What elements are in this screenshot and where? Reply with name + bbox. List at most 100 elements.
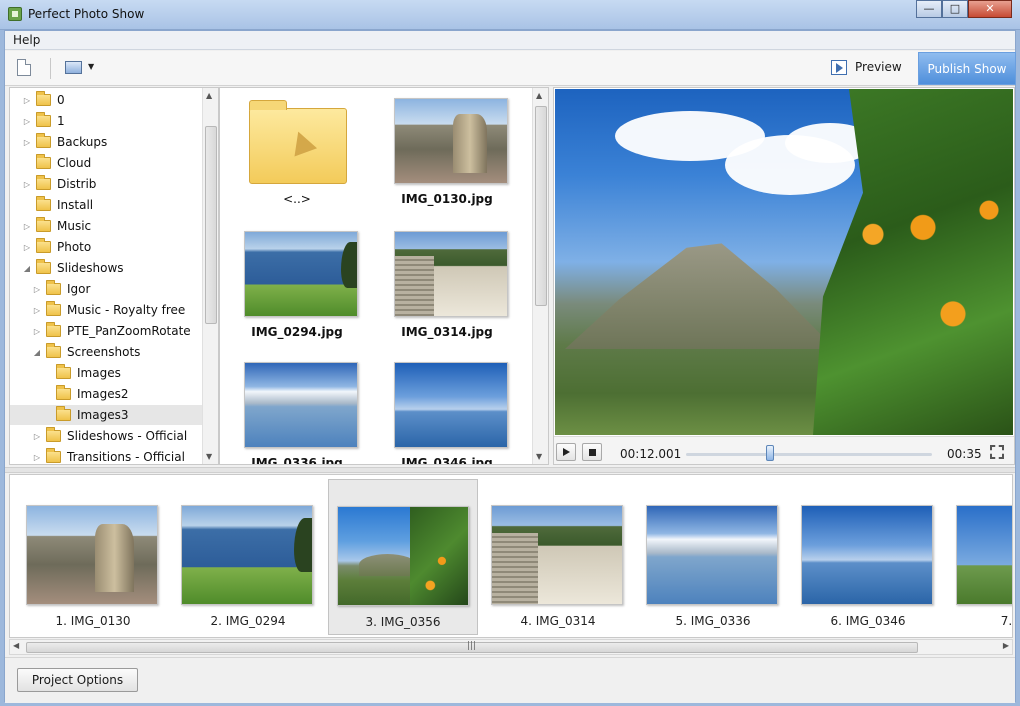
tree-item[interactable]: ▷ PTE_PanZoomRotate <box>32 321 191 341</box>
preview-button[interactable]: Preview <box>825 55 915 81</box>
tree-item[interactable]: ▷ Photo <box>22 237 91 257</box>
scroll-down-icon[interactable]: ▼ <box>206 452 212 461</box>
close-icon[interactable]: ✕ <box>968 0 1012 18</box>
scroll-right-icon[interactable]: ▶ <box>1003 641 1009 650</box>
file-name: IMG_0314.jpg <box>401 325 493 339</box>
tree-item-label: Backups <box>57 135 108 149</box>
play-icon <box>563 448 570 456</box>
folder-icon <box>46 322 61 337</box>
timeline-scroll-thumb[interactable]: ||| <box>26 641 918 653</box>
collapsed-arrow-icon[interactable]: ▷ <box>32 453 42 462</box>
file-item[interactable]: IMG_0336.jpg <box>222 358 372 464</box>
tree-item[interactable]: ▷ Slideshows - Official <box>32 426 187 446</box>
bottom-bar: Project Options <box>5 657 1015 703</box>
expanded-arrow-icon[interactable]: ◢ <box>32 348 42 357</box>
tree-scroll-thumb[interactable] <box>205 126 217 324</box>
timeline-slide[interactable]: 6. IMG_0346 <box>793 479 943 635</box>
timeline-slide[interactable]: 1. IMG_0130 <box>18 479 168 635</box>
collapsed-arrow-icon[interactable]: ▷ <box>22 243 32 252</box>
tree-item[interactable]: ▷ Igor <box>32 279 90 299</box>
file-thumbnail <box>244 231 358 317</box>
tree-item[interactable]: ▷ Music <box>22 216 91 236</box>
slide-thumbnail <box>26 505 158 605</box>
collapsed-arrow-icon[interactable]: ▷ <box>22 222 32 231</box>
file-thumbnail <box>244 362 358 448</box>
tree-item-label: Cloud <box>57 156 92 170</box>
seek-handle[interactable] <box>766 445 774 461</box>
new-document-icon[interactable] <box>17 59 31 76</box>
tree-item[interactable]: ◢ Slideshows <box>22 258 124 278</box>
tree-item[interactable]: ▷ Backups <box>22 132 107 152</box>
minimize-icon[interactable]: — <box>916 0 942 18</box>
tree-item[interactable]: Images <box>42 363 121 383</box>
grip-icon: ||| <box>467 641 477 651</box>
toolbar-separator <box>50 58 51 79</box>
collapsed-arrow-icon[interactable]: ▷ <box>22 117 32 126</box>
tree-scrollbar[interactable]: ▲ ▼ <box>202 88 218 464</box>
folder-icon <box>36 112 51 127</box>
panel-splitter[interactable] <box>5 467 1015 473</box>
tree-item[interactable]: ◢ Screenshots <box>32 342 140 362</box>
file-browser: <..> IMG_0130.jpg IMG_0294.jpg IMG_0314.jpg… <box>219 87 549 465</box>
collapsed-arrow-icon[interactable]: ▷ <box>22 138 32 147</box>
collapsed-arrow-icon[interactable]: ▷ <box>32 306 42 315</box>
collapsed-arrow-icon[interactable]: ▷ <box>32 327 42 336</box>
tree-item[interactable]: Images2 <box>42 384 128 404</box>
seek-bar[interactable] <box>686 453 932 456</box>
timeline-scrollbar[interactable]: ◀ ||| ▶ <box>9 639 1013 655</box>
fullscreen-icon[interactable] <box>990 445 1004 459</box>
timeline-slide[interactable]: 3. IMG_0356 <box>328 479 478 635</box>
slide-thumbnail <box>181 505 313 605</box>
timeline-slide[interactable]: 2. IMG_0294 <box>173 479 323 635</box>
expanded-arrow-icon[interactable]: ◢ <box>22 264 32 273</box>
scroll-up-icon[interactable]: ▲ <box>206 91 212 100</box>
slide-label: 1. IMG_0130 <box>55 614 131 628</box>
tree-item[interactable]: ▷ 1 <box>22 111 65 131</box>
file-item[interactable]: IMG_0346.jpg <box>372 358 522 464</box>
play-button[interactable] <box>556 443 576 461</box>
file-item[interactable]: IMG_0314.jpg <box>372 227 522 357</box>
tree-item-label: Images2 <box>77 387 129 401</box>
timeline-slide[interactable]: 5. IMG_0336 <box>638 479 788 635</box>
slide-label: 4. IMG_0314 <box>520 614 596 628</box>
player-controls: 00:12.001 00:35 <box>554 436 1014 464</box>
collapsed-arrow-icon[interactable]: ▷ <box>32 432 42 441</box>
tree-item-label: Images3 <box>77 408 129 422</box>
view-mode-icon[interactable] <box>65 61 82 74</box>
stop-button[interactable] <box>582 443 602 461</box>
tree-item[interactable]: ▷ Distrib <box>22 174 96 194</box>
total-time: 00:35 <box>947 447 982 461</box>
slide-thumbnail <box>337 506 469 606</box>
timeline-slide[interactable]: 7. IMG_ <box>948 479 1012 635</box>
menu-help[interactable]: Help <box>13 33 40 47</box>
scroll-left-icon[interactable]: ◀ <box>13 641 19 650</box>
tree-item[interactable]: Install <box>22 195 93 215</box>
tree-item[interactable]: ▷ 0 <box>22 90 65 110</box>
tree-item-label: Transitions - Official <box>67 450 185 464</box>
file-item[interactable]: IMG_0294.jpg <box>222 227 372 357</box>
view-mode-dropdown-icon[interactable]: ▼ <box>88 62 94 71</box>
scroll-down-icon[interactable]: ▼ <box>536 452 542 461</box>
tree-item[interactable]: Cloud <box>22 153 91 173</box>
scroll-up-icon[interactable]: ▲ <box>536 91 542 100</box>
publish-show-button[interactable]: Publish Show <box>918 52 1016 85</box>
file-name: <..> <box>283 192 311 206</box>
tree-item-label: PTE_PanZoomRotate <box>67 324 191 338</box>
tree-item[interactable]: Images3 <box>10 405 202 425</box>
file-item[interactable]: <..> <box>222 94 372 224</box>
app-icon <box>8 7 22 21</box>
project-options-button[interactable]: Project Options <box>17 668 138 692</box>
timeline-slide[interactable]: 4. IMG_0314 <box>483 479 633 635</box>
collapsed-arrow-icon[interactable]: ▷ <box>32 285 42 294</box>
files-scroll-thumb[interactable] <box>535 106 547 306</box>
file-name: IMG_0130.jpg <box>401 192 493 206</box>
tree-item[interactable]: ▷ Transitions - Official <box>32 447 185 464</box>
files-scrollbar[interactable]: ▲ ▼ <box>532 88 548 464</box>
collapsed-arrow-icon[interactable]: ▷ <box>22 180 32 189</box>
tree-item[interactable]: ▷ Music - Royalty free <box>32 300 185 320</box>
collapsed-arrow-icon[interactable]: ▷ <box>22 96 32 105</box>
file-item[interactable]: IMG_0130.jpg <box>372 94 522 224</box>
folder-icon <box>46 343 61 358</box>
menu-bar: Help <box>5 31 1015 50</box>
maximize-icon[interactable]: □ <box>942 0 968 18</box>
